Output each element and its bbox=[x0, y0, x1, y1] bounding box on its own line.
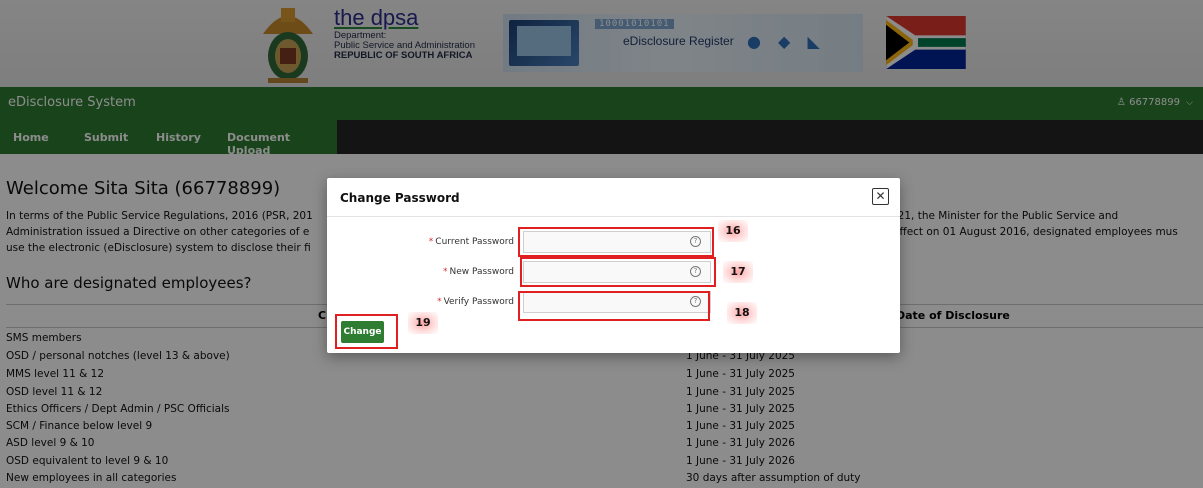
help-icon[interactable]: ? bbox=[690, 296, 701, 307]
annotation-number: 19 bbox=[408, 312, 438, 334]
help-icon[interactable]: ? bbox=[690, 266, 701, 277]
current-password-input[interactable] bbox=[523, 231, 711, 253]
current-password-label: * Current Password bbox=[428, 237, 514, 247]
new-password-label: * New Password bbox=[442, 267, 514, 277]
required-marker: * bbox=[442, 267, 448, 277]
annotation-number: 18 bbox=[727, 302, 757, 324]
required-marker: * bbox=[437, 297, 442, 307]
new-password-input[interactable] bbox=[523, 261, 711, 283]
dialog-title: Change Password bbox=[340, 191, 460, 205]
verify-password-input[interactable] bbox=[523, 291, 711, 313]
change-password-dialog: Change Password ✕ * Current Password ? 16… bbox=[327, 178, 900, 353]
required-marker: * bbox=[428, 237, 434, 247]
close-icon[interactable]: ✕ bbox=[872, 188, 889, 205]
help-icon[interactable]: ? bbox=[690, 236, 701, 247]
change-button[interactable]: Change bbox=[341, 321, 384, 343]
annotation-number: 16 bbox=[718, 220, 748, 242]
verify-password-label: * Verify Password bbox=[437, 297, 514, 307]
annotation-number: 17 bbox=[723, 261, 753, 283]
dialog-divider bbox=[327, 216, 900, 217]
